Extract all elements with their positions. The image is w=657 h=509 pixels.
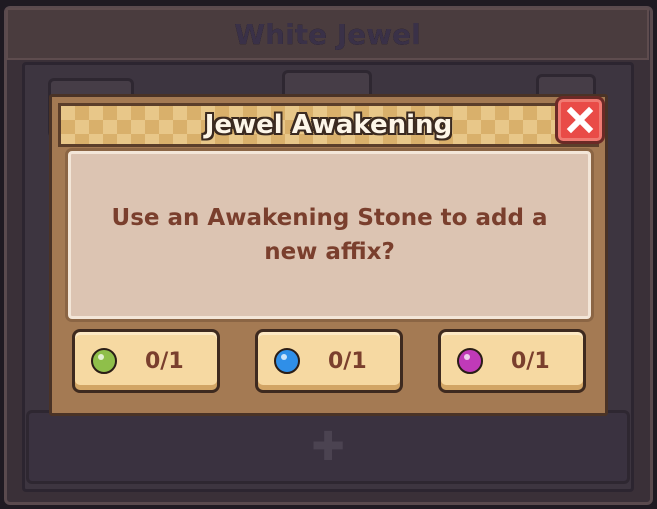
stone-count: 0/1 xyxy=(145,348,184,374)
dialog-header: Jewel Awakening xyxy=(58,103,599,147)
blue-stone-button[interactable]: 0/1 xyxy=(255,329,403,393)
background-add-slot: ✚ xyxy=(26,410,630,484)
message-text: Use an Awakening Stone to add a new affi… xyxy=(111,205,548,265)
stone-count: 0/1 xyxy=(328,348,367,374)
background-title: White Jewel xyxy=(234,17,421,51)
green-stone-icon xyxy=(91,348,117,374)
green-stone-button[interactable]: 0/1 xyxy=(72,329,220,393)
plus-icon: ✚ xyxy=(311,424,345,470)
purple-stone-icon xyxy=(457,348,483,374)
message-box: Use an Awakening Stone to add a new affi… xyxy=(68,151,591,319)
dialog-title: Jewel Awakening xyxy=(204,110,453,140)
jewel-awakening-dialog: Jewel Awakening Use an Awakening Stone t… xyxy=(49,94,608,416)
stone-count: 0/1 xyxy=(511,348,550,374)
close-button[interactable] xyxy=(555,96,605,144)
blue-stone-icon xyxy=(274,348,300,374)
background-titlebar: White Jewel xyxy=(6,8,649,60)
purple-stone-button[interactable]: 0/1 xyxy=(438,329,586,393)
close-icon xyxy=(566,106,594,134)
